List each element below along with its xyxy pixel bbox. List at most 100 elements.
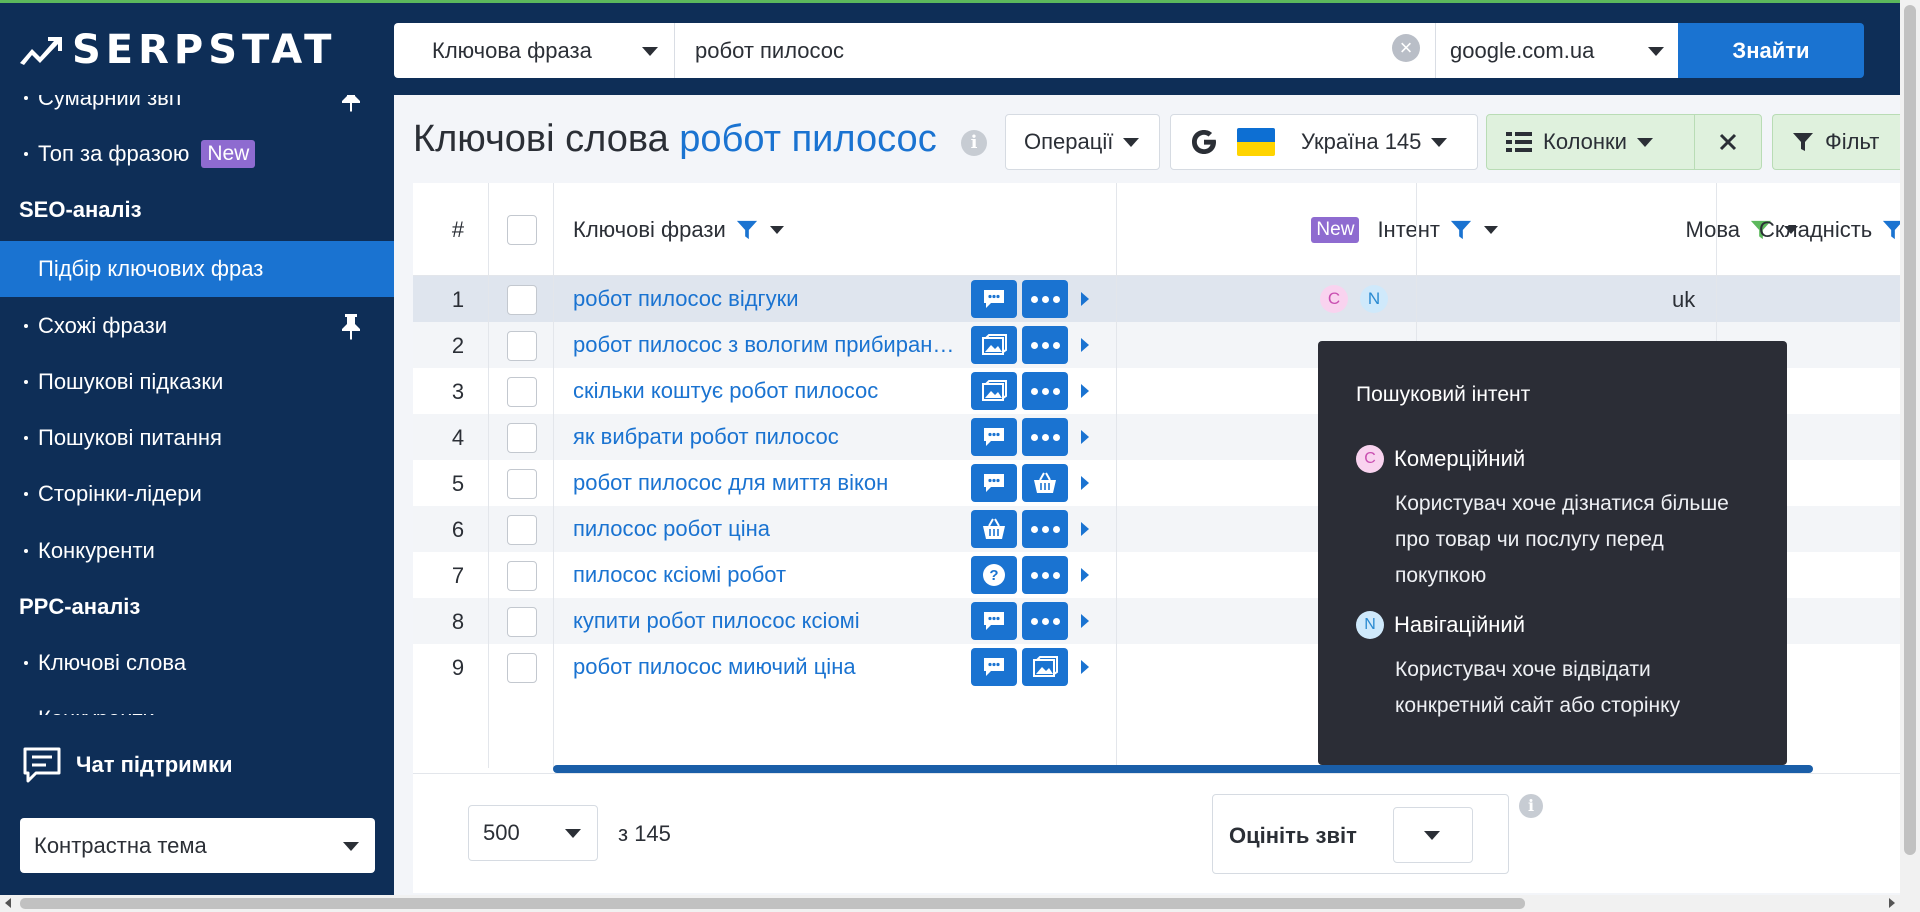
sidebar-item-ppc-keywords[interactable]: Ключові слова [0,635,394,691]
row-checkbox[interactable] [507,331,537,361]
col-header-language[interactable]: Мова [1503,183,1798,276]
sidebar-item-top-by-phrase[interactable]: Топ за фразою New [0,126,394,182]
sidebar-item-summary-report[interactable]: Сумарний звіт [0,95,394,126]
keyword-link[interactable]: пилосос робот ціна [573,516,963,542]
expand-arrow-icon[interactable] [1081,338,1089,352]
more-dots-icon[interactable] [1022,510,1068,548]
filter-icon[interactable] [736,219,758,241]
sidebar-section-ppc[interactable]: PPC-аналіз [0,579,394,635]
keyword-link[interactable]: купити робот пилосос ксіомі [573,608,963,634]
sidebar-item-keyword-selection[interactable]: Підбір ключових фраз [0,241,394,297]
select-all-checkbox[interactable] [507,214,537,245]
expand-arrow-icon[interactable] [1081,430,1089,444]
table-row[interactable]: 1 робот пилосос відгуки C Nuk [413,276,1900,322]
filters-button[interactable]: Фільт [1772,114,1900,170]
search-input[interactable] [675,23,1435,78]
rate-report-select[interactable] [1393,807,1473,863]
serpstat-logo[interactable]: SERPSTAT [18,30,336,70]
clear-search-icon[interactable]: × [1392,34,1420,62]
keyword-link[interactable]: як вибрати робот пилосос [573,424,963,450]
serp-features-chat-icon[interactable] [971,648,1017,686]
expand-arrow-icon[interactable] [1081,660,1089,674]
col-header-intent[interactable]: New Інтент [1198,183,1498,276]
page-vertical-scrollbar-thumb[interactable] [1904,5,1916,855]
row-checkbox[interactable] [507,607,537,637]
expand-arrow-icon[interactable] [1081,568,1089,582]
columns-label: Колонки [1543,129,1627,154]
columns-button[interactable]: Колонки [1486,114,1695,170]
row-number: 7 [451,563,465,588]
chevron-down-icon[interactable] [1484,225,1498,234]
col-header-difficulty[interactable]: Складність [1759,183,1900,276]
sidebar-item-similar-phrases[interactable]: Схожі фрази [0,298,394,354]
shopping-basket-icon[interactable] [1022,464,1068,502]
serp-features-chat-icon[interactable] [971,602,1017,640]
bullet-icon [24,96,28,100]
more-dots-icon[interactable] [1022,280,1068,318]
operations-label: Операції [1024,129,1114,154]
expand-arrow-icon[interactable] [1081,614,1089,628]
serp-images-icon[interactable] [971,326,1017,364]
scroll-right-arrow-icon[interactable] [1889,898,1895,908]
region-select[interactable]: Україна 145 [1170,114,1478,170]
info-icon[interactable]: i [1519,794,1543,818]
chevron-down-icon[interactable] [769,225,784,234]
commercial-intent-icon[interactable]: C [1320,285,1348,313]
serp-features-chat-icon[interactable] [971,464,1017,502]
navigational-intent-icon[interactable]: N [1360,285,1388,313]
row-checkbox[interactable] [507,285,537,315]
scroll-left-arrow-icon[interactable] [5,898,11,908]
serp-images-icon[interactable] [1022,648,1068,686]
expand-arrow-icon[interactable] [1081,476,1089,490]
sidebar-item-competitors[interactable]: Конкуренти [0,523,394,579]
page-horizontal-scrollbar-thumb[interactable] [20,898,1525,909]
keyword-link[interactable]: робот пилосос з вологим прибиранням [573,332,963,358]
sidebar-item-search-suggestions[interactable]: Пошукові підказки [0,354,394,410]
row-checkbox[interactable] [507,561,537,591]
more-dots-icon[interactable] [1022,372,1068,410]
row-checkbox[interactable] [507,469,537,499]
serp-images-icon[interactable] [971,372,1017,410]
table-horizontal-scrollbar[interactable] [553,765,1813,773]
more-dots-icon[interactable] [1022,326,1068,364]
sidebar-item-ppc-competitors[interactable]: Конкуренти [0,691,394,715]
sidebar-item-search-questions[interactable]: Пошукові питання [0,410,394,466]
more-dots-icon[interactable] [1022,556,1068,594]
filter-icon[interactable] [1882,219,1900,241]
pin-icon[interactable] [340,95,362,112]
page-size-select[interactable]: 500 [468,805,598,861]
keyword-link[interactable]: скільки коштує робот пилосос [573,378,963,404]
search-type-label: Ключова фраза [432,37,592,63]
keyword-link[interactable]: робот пилосос відгуки [573,286,963,312]
serp-features-chat-icon[interactable] [971,418,1017,456]
search-type-select[interactable]: Ключова фраза [394,23,675,78]
serp-features-chat-icon[interactable] [971,280,1017,318]
chevron-down-icon [1123,137,1140,147]
row-checkbox[interactable] [507,515,537,545]
reset-columns-button[interactable] [1694,114,1762,170]
pin-icon[interactable] [340,312,362,340]
shopping-basket-icon[interactable] [971,510,1017,548]
keyword-link[interactable]: робот пилосос миючий ціна [573,654,963,680]
keyword-link[interactable]: пилосос ксіомі робот [573,562,963,588]
expand-arrow-icon[interactable] [1081,292,1089,306]
expand-arrow-icon[interactable] [1081,522,1089,536]
more-dots-icon[interactable] [1022,418,1068,456]
search-engine-select[interactable]: google.com.ua [1435,23,1678,78]
operations-button[interactable]: Операції [1005,114,1160,170]
filter-icon[interactable] [1450,219,1472,241]
col-header-keywords[interactable]: Ключові фрази [573,183,784,276]
keyword-link[interactable]: робот пилосос для миття вікон [573,470,963,496]
info-icon[interactable]: i [961,130,987,156]
sidebar-section-seo[interactable]: SEO-аналіз [0,182,394,238]
question-icon[interactable]: ? [971,556,1017,594]
sidebar-item-top-pages[interactable]: Сторінки-лідери [0,466,394,522]
expand-arrow-icon[interactable] [1081,384,1089,398]
more-dots-icon[interactable] [1022,602,1068,640]
row-checkbox[interactable] [507,423,537,453]
support-chat-button[interactable]: Чат підтримки [0,715,394,815]
search-submit-button[interactable]: Знайти [1678,23,1864,78]
row-checkbox[interactable] [507,653,537,683]
theme-select[interactable]: Контрастна тема [20,818,375,873]
row-checkbox[interactable] [507,377,537,407]
